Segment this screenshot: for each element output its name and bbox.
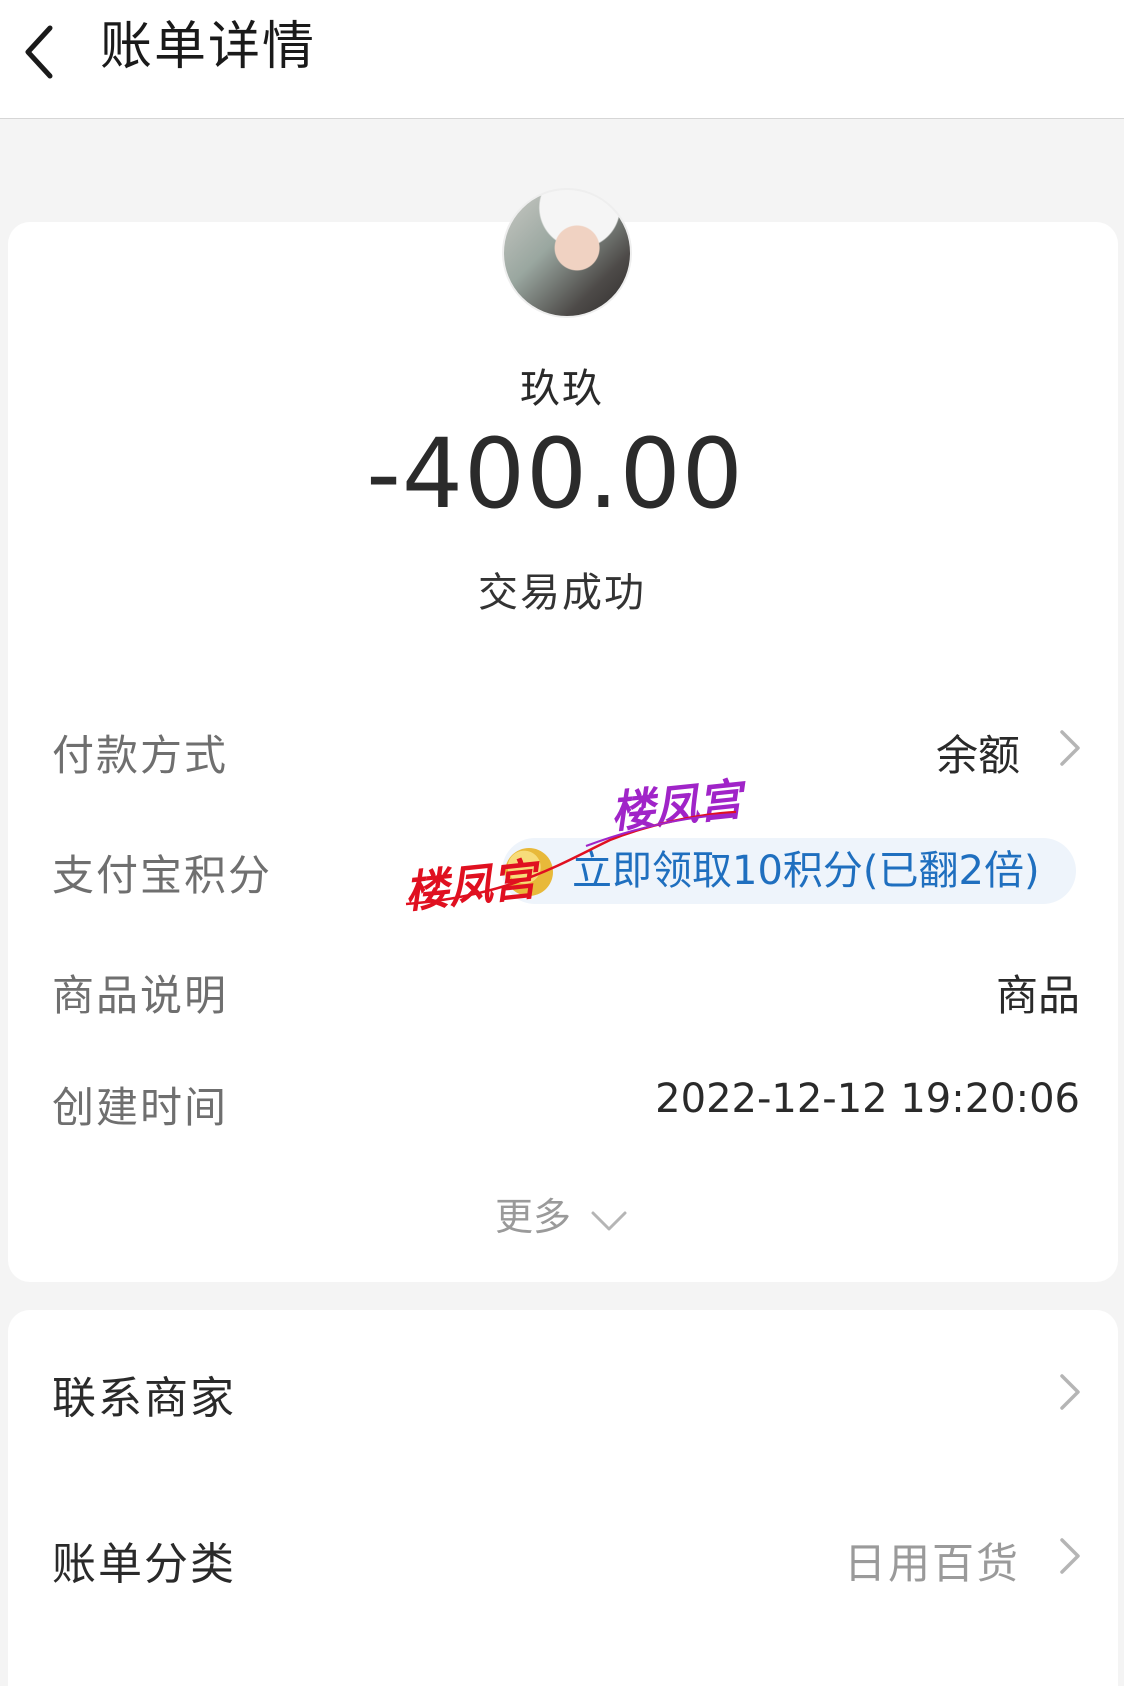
page-title: 账单详情	[100, 17, 317, 77]
amount: -400.00	[366, 418, 744, 530]
bill-category-value[interactable]: 日用百货	[844, 1530, 1020, 1591]
avatar	[502, 188, 632, 318]
chevron-right-icon[interactable]	[1052, 1370, 1086, 1414]
more-label: 更多	[494, 1195, 571, 1239]
chevron-right-icon[interactable]	[1052, 726, 1086, 770]
transaction-status: 交易成功	[478, 570, 646, 616]
chevron-down-icon	[591, 1211, 627, 1230]
created-time-value: 2022-12-12 19:20:06	[655, 1076, 1080, 1122]
product-value: 商品	[995, 971, 1080, 1020]
bill-category-label[interactable]: 账单分类	[52, 1528, 236, 1592]
chevron-right-icon[interactable]	[1052, 1534, 1086, 1578]
contact-merchant-label[interactable]: 联系商家	[52, 1362, 236, 1426]
top-bar: 账单详情	[0, 0, 1124, 119]
watermark-underline	[405, 810, 737, 906]
points-label: 支付宝积分	[52, 851, 273, 900]
created-time-label: 创建时间	[52, 1083, 229, 1132]
more-button[interactable]: 更多	[0, 1186, 1124, 1241]
product-label: 商品说明	[52, 971, 229, 1020]
payment-method-value[interactable]: 余额	[936, 722, 1020, 783]
merchant-name: 玖玖	[520, 366, 604, 412]
back-arrow-icon[interactable]	[10, 14, 70, 84]
payment-method-label: 付款方式	[52, 731, 229, 780]
